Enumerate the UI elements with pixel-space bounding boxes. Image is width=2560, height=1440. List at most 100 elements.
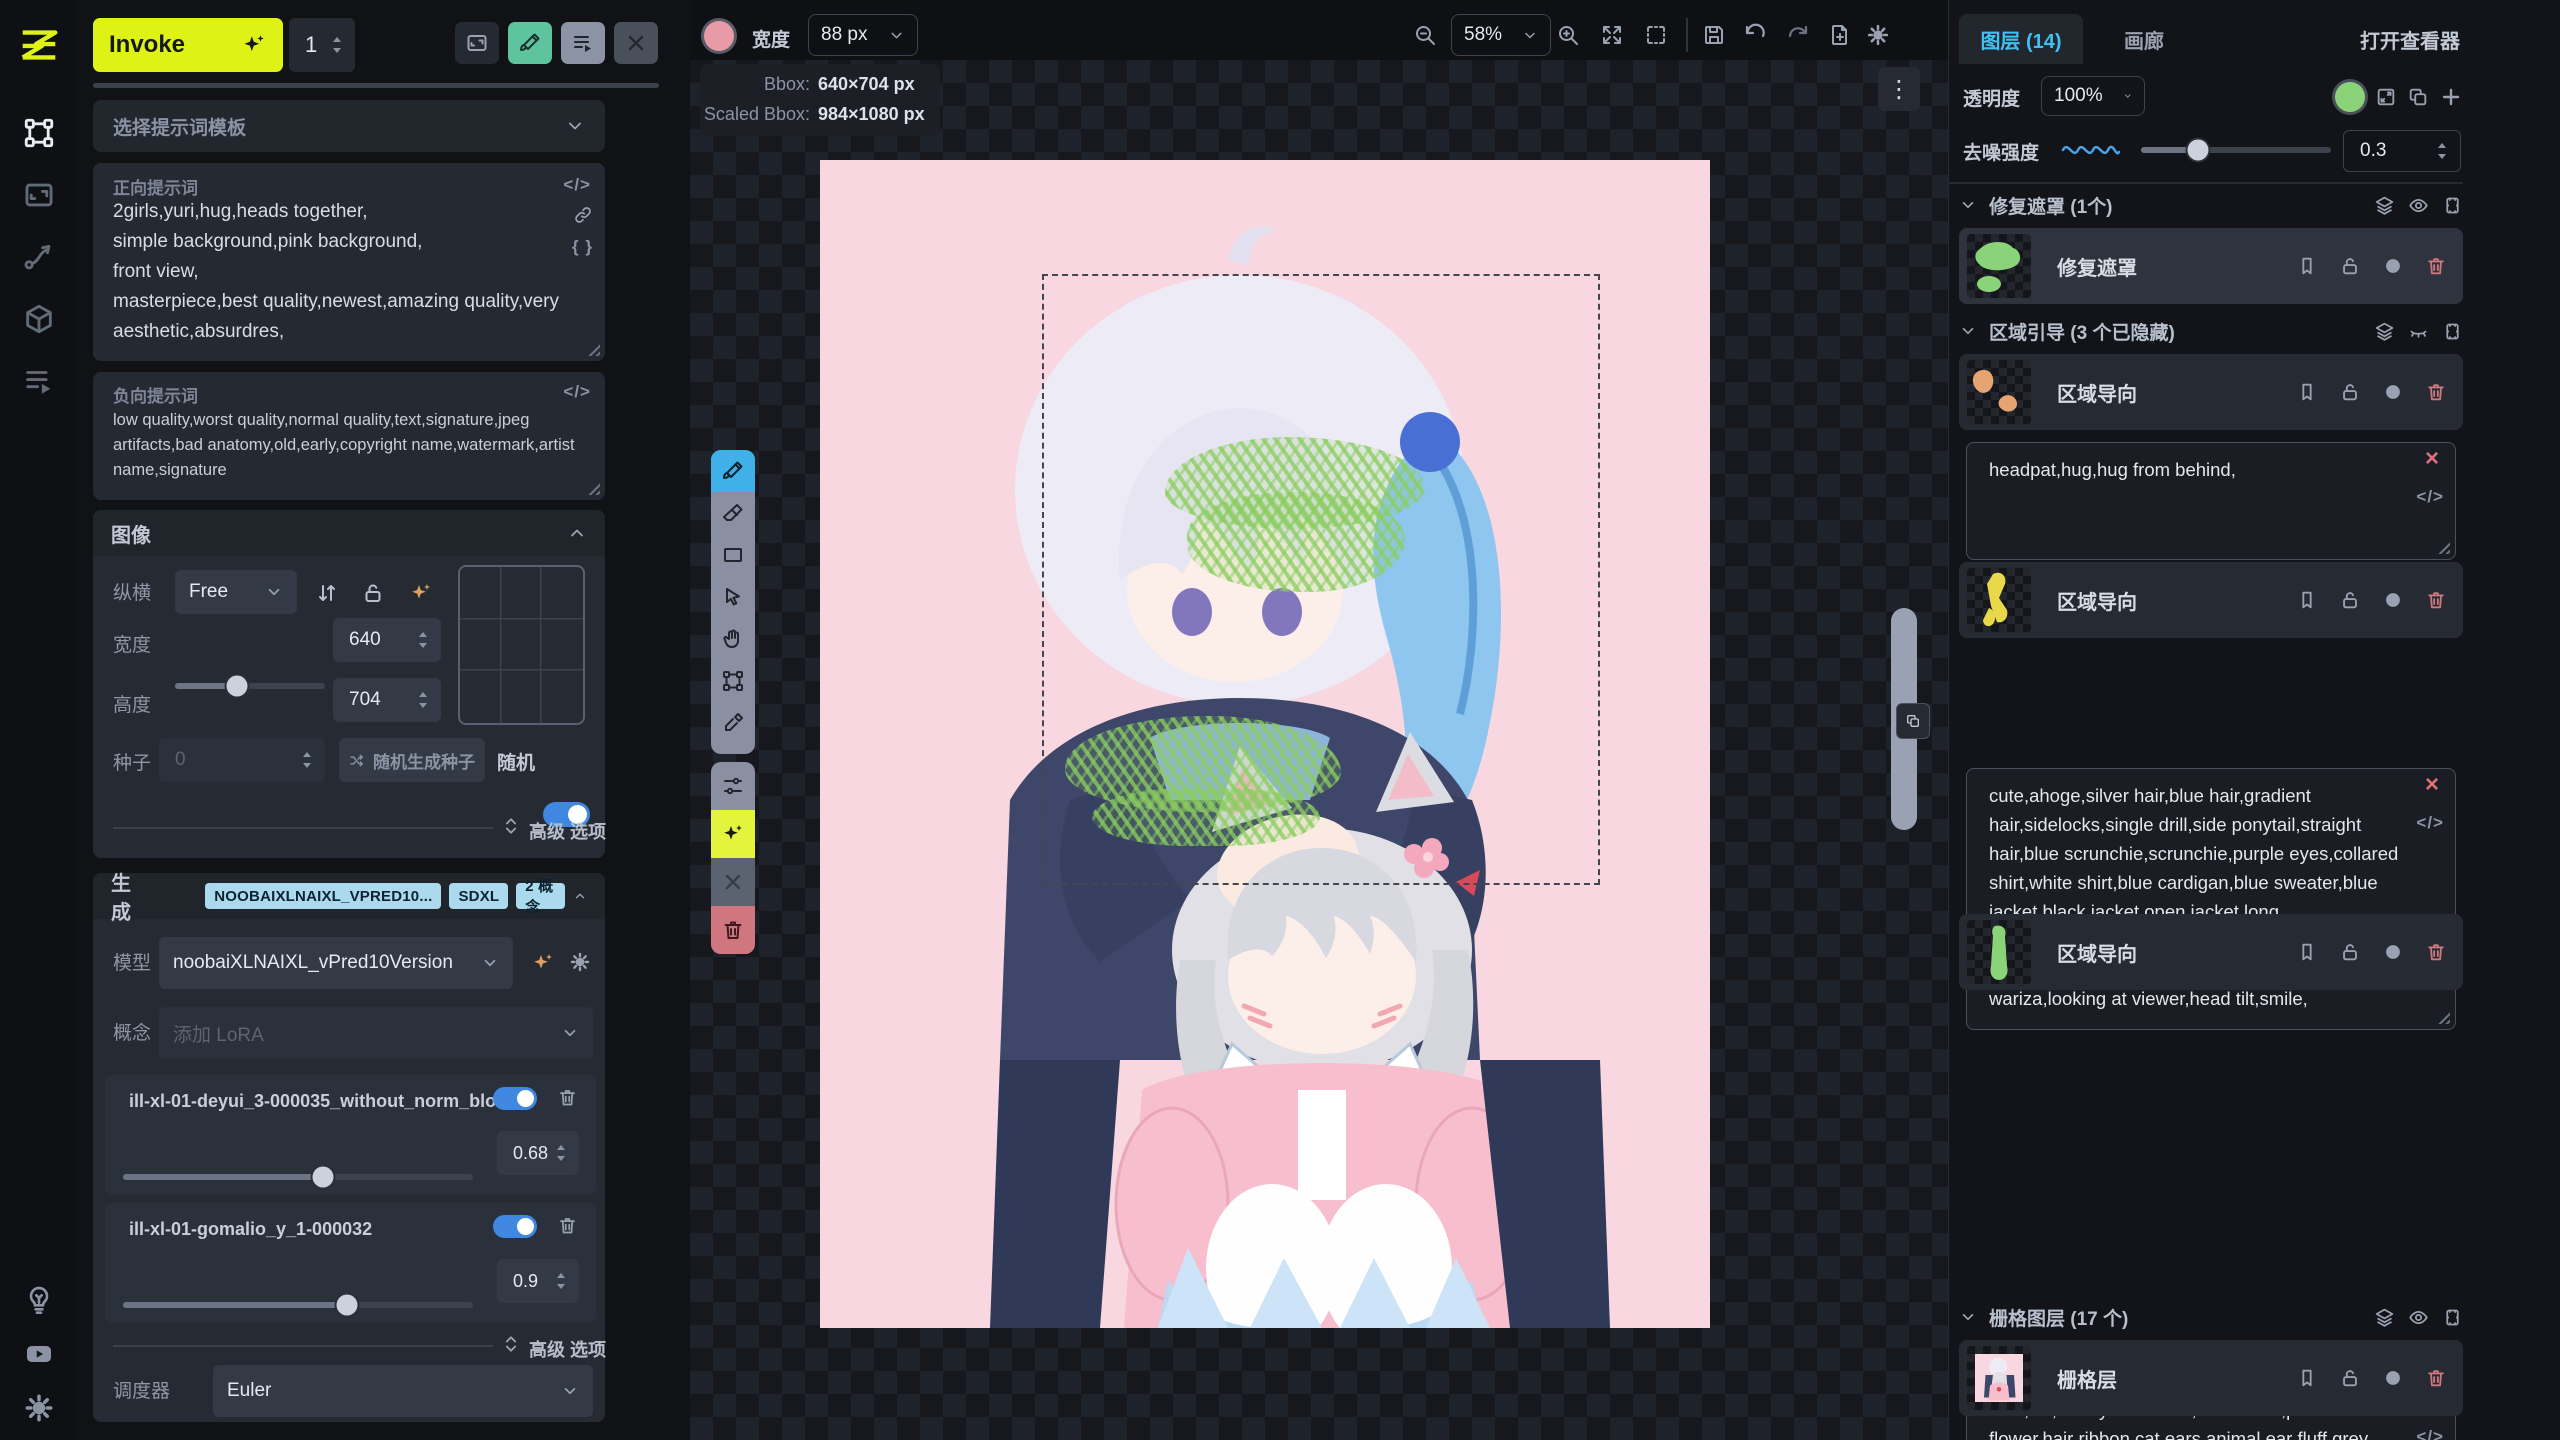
width-slider[interactable] (175, 683, 325, 689)
opacity-select[interactable]: 100% (2041, 76, 2145, 116)
layer-row-regional-2[interactable]: 区域导向 (1959, 562, 2463, 638)
duplicate-layer-icon[interactable] (2407, 86, 2429, 108)
merge-layers-icon[interactable] (2374, 321, 2395, 342)
zoom-level-select[interactable]: 58% (1451, 14, 1551, 56)
undo-button[interactable] (1743, 23, 1767, 47)
layer-color-indicator[interactable] (2382, 941, 2404, 963)
lora-enabled-toggle[interactable] (493, 1087, 537, 1110)
redo-button[interactable] (1786, 23, 1810, 47)
delete-layer-icon[interactable] (2425, 941, 2447, 963)
bbox-tool[interactable] (711, 660, 755, 702)
regional-prompt-text[interactable]: headpat,hug,hug from behind, (1967, 443, 2455, 494)
delete-tool[interactable] (711, 906, 755, 954)
visibility-off-icon[interactable] (2408, 321, 2429, 342)
regional-prompt-box-2[interactable]: cute,ahoge,silver hair,blue hair,gradien… (1966, 768, 2456, 1030)
frame-icon[interactable] (2442, 1307, 2463, 1328)
sidebar-item-canvas[interactable] (22, 116, 56, 150)
denoise-slider[interactable] (2141, 147, 2331, 153)
canvas-brush-mode-button[interactable] (508, 22, 552, 64)
lora-weight-input[interactable]: 0.9 (497, 1259, 579, 1303)
menu-button[interactable] (561, 22, 605, 64)
code-toggle-icon[interactable]: </> (2416, 487, 2444, 507)
model-select[interactable]: noobaiXLNAIXL_vPred10Version (159, 937, 513, 989)
bookmark-icon[interactable] (2296, 941, 2318, 963)
delete-layer-icon[interactable] (2425, 589, 2447, 611)
layer-row-inpaint[interactable]: 修复遮罩 (1959, 228, 2463, 304)
fit-view-button[interactable] (1600, 23, 1624, 47)
scheduler-select[interactable]: Euler (213, 1365, 593, 1417)
advanced-toggle-icon[interactable] (501, 816, 521, 836)
gallery-image-button[interactable] (455, 22, 499, 64)
tab-gallery[interactable]: 画廊 (2089, 14, 2199, 64)
sidebar-item-workflows[interactable] (22, 240, 56, 274)
delete-lora-icon[interactable] (557, 1215, 578, 1236)
brush-color-swatch[interactable] (704, 21, 734, 51)
frame-icon[interactable] (2442, 321, 2463, 342)
layer-color-indicator[interactable] (2382, 255, 2404, 277)
visibility-icon[interactable] (2408, 195, 2429, 216)
remove-prompt-icon[interactable]: × (2425, 449, 2439, 469)
braces-icon[interactable]: { } (572, 237, 593, 257)
remove-prompt-icon[interactable]: × (2425, 775, 2439, 795)
bookmark-icon[interactable] (2296, 1367, 2318, 1389)
code-toggle-icon[interactable]: </> (563, 382, 591, 402)
random-seed-button[interactable]: 随机生成种子 (339, 738, 485, 782)
canvas-settings-button[interactable] (1866, 23, 1890, 47)
prompt-template-select[interactable]: 选择提示词模板 (93, 100, 605, 152)
seed-input[interactable]: 0 (159, 738, 325, 782)
queue-count-stepper[interactable]: 1 (289, 18, 355, 72)
positive-prompt-text[interactable]: 2girls,yuri,hug,heads together, simple b… (113, 197, 565, 347)
layer-row-regional-1[interactable]: 区域导向 (1959, 354, 2463, 430)
zoom-in-button[interactable] (1556, 23, 1580, 47)
code-toggle-icon[interactable]: </> (2416, 813, 2444, 833)
new-session-button[interactable] (1828, 23, 1852, 47)
regional-prompt-box-1[interactable]: headpat,hug,hug from behind, × </> (1966, 442, 2456, 560)
positive-prompt-box[interactable]: 正向提示词 </> { } 2girls,yuri,hug,heads toge… (93, 163, 605, 361)
invoke-button[interactable]: Invoke (93, 18, 283, 72)
layer-row-regional-3[interactable]: 区域导向 (1959, 914, 2463, 990)
move-tool[interactable] (711, 576, 755, 618)
sidebar-item-upscaling[interactable] (22, 178, 56, 212)
help-button[interactable] (23, 1284, 55, 1316)
height-input[interactable]: 704 (333, 678, 441, 722)
pan-tool[interactable] (711, 618, 755, 660)
eraser-tool[interactable] (711, 492, 755, 534)
lock-aspect-icon[interactable] (361, 581, 385, 605)
delete-layer-icon[interactable] (2425, 255, 2447, 277)
aspect-select[interactable]: Free (175, 570, 297, 614)
brush-width-select[interactable]: 88 px (808, 14, 918, 56)
cancel-queue-button[interactable] (614, 22, 658, 64)
lock-icon[interactable] (2339, 589, 2361, 611)
bookmark-icon[interactable] (2296, 381, 2318, 403)
canvas-menu-button[interactable]: ⋮ (1878, 67, 1920, 111)
model-settings-icon[interactable] (569, 951, 591, 973)
rect-tool[interactable] (711, 534, 755, 576)
resize-handle[interactable] (2435, 539, 2450, 554)
layer-color-indicator[interactable] (2382, 589, 2404, 611)
advanced-options-label[interactable]: 高级 选项 (529, 1336, 606, 1362)
delete-lora-icon[interactable] (557, 1087, 578, 1108)
fit-bbox-button[interactable] (1644, 23, 1668, 47)
lock-icon[interactable] (2339, 381, 2361, 403)
lora-weight-input[interactable]: 0.68 (497, 1131, 579, 1175)
layer-row-raster[interactable]: 栅格层 (1959, 1340, 2463, 1416)
save-canvas-button[interactable] (1702, 23, 1726, 47)
code-toggle-icon[interactable]: </> (2416, 1427, 2444, 1440)
collapse-icon[interactable] (573, 886, 587, 906)
layer-color-indicator[interactable] (2382, 381, 2404, 403)
sidebar-item-models[interactable] (22, 302, 56, 336)
lock-icon[interactable] (2339, 1367, 2361, 1389)
color-picker-tool[interactable] (711, 702, 755, 744)
lock-icon[interactable] (2339, 941, 2361, 963)
merge-layers-icon[interactable] (2374, 195, 2395, 216)
negative-prompt-text[interactable]: low quality,worst quality,normal quality… (113, 408, 591, 483)
fit-layer-icon[interactable] (2375, 86, 2397, 108)
tab-layers[interactable]: 图层 (14) (1959, 14, 2083, 64)
advanced-options-label[interactable]: 高级 选项 (529, 818, 606, 844)
bookmark-icon[interactable] (2296, 589, 2318, 611)
denoise-input[interactable]: 0.3 (2343, 130, 2461, 172)
zoom-out-button[interactable] (1413, 23, 1437, 47)
resize-handle[interactable] (585, 341, 600, 356)
lora-enabled-toggle[interactable] (493, 1215, 537, 1238)
link-prompts-icon[interactable] (573, 205, 593, 225)
